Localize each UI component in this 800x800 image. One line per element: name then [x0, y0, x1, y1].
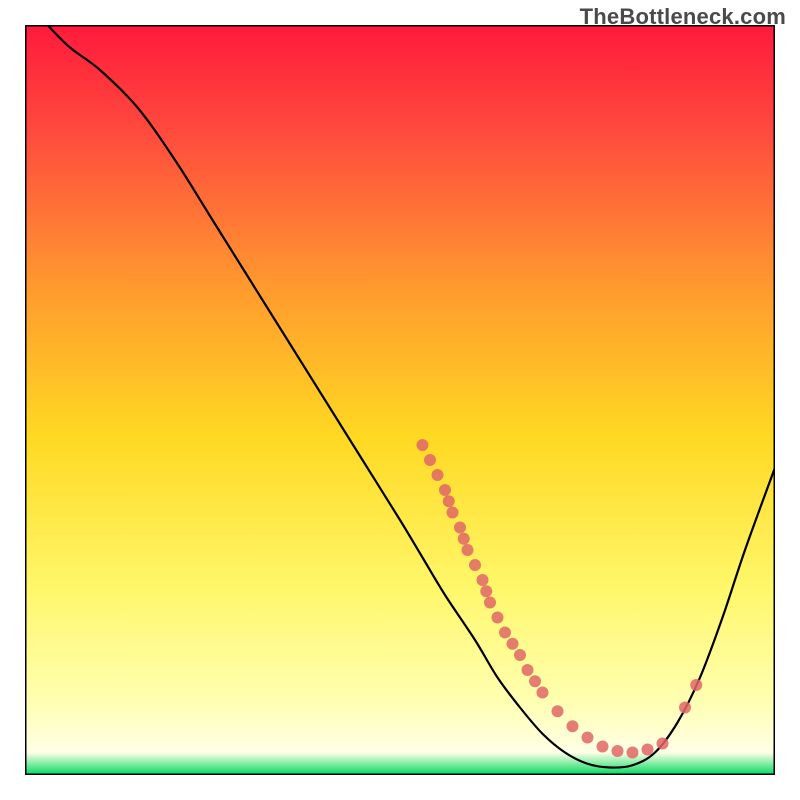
data-point: [432, 469, 444, 481]
data-point: [522, 664, 534, 676]
data-point: [417, 439, 429, 451]
data-point: [567, 720, 579, 732]
chart-svg: [25, 25, 775, 775]
data-point: [529, 675, 541, 687]
data-point: [582, 732, 594, 744]
data-point: [597, 741, 609, 753]
data-point: [462, 544, 474, 556]
data-point: [507, 638, 519, 650]
chart-background: [25, 25, 775, 775]
data-point: [469, 559, 481, 571]
data-point: [499, 627, 511, 639]
plot-area: [25, 25, 775, 775]
watermark-text: TheBottleneck.com: [580, 4, 786, 30]
data-point: [679, 702, 691, 714]
data-point: [477, 574, 489, 586]
data-point: [657, 738, 669, 750]
data-point: [492, 612, 504, 624]
data-point: [424, 454, 436, 466]
data-point: [447, 507, 459, 519]
data-point: [439, 484, 451, 496]
data-point: [552, 705, 564, 717]
data-point: [537, 687, 549, 699]
data-point: [458, 533, 470, 545]
data-point: [612, 745, 624, 757]
data-point: [480, 585, 492, 597]
data-point: [627, 747, 639, 759]
data-point: [484, 597, 496, 609]
data-point: [454, 522, 466, 534]
data-point: [690, 679, 702, 691]
data-point: [642, 744, 654, 756]
data-point: [443, 495, 455, 507]
chart-container: TheBottleneck.com: [0, 0, 800, 800]
data-point: [514, 649, 526, 661]
